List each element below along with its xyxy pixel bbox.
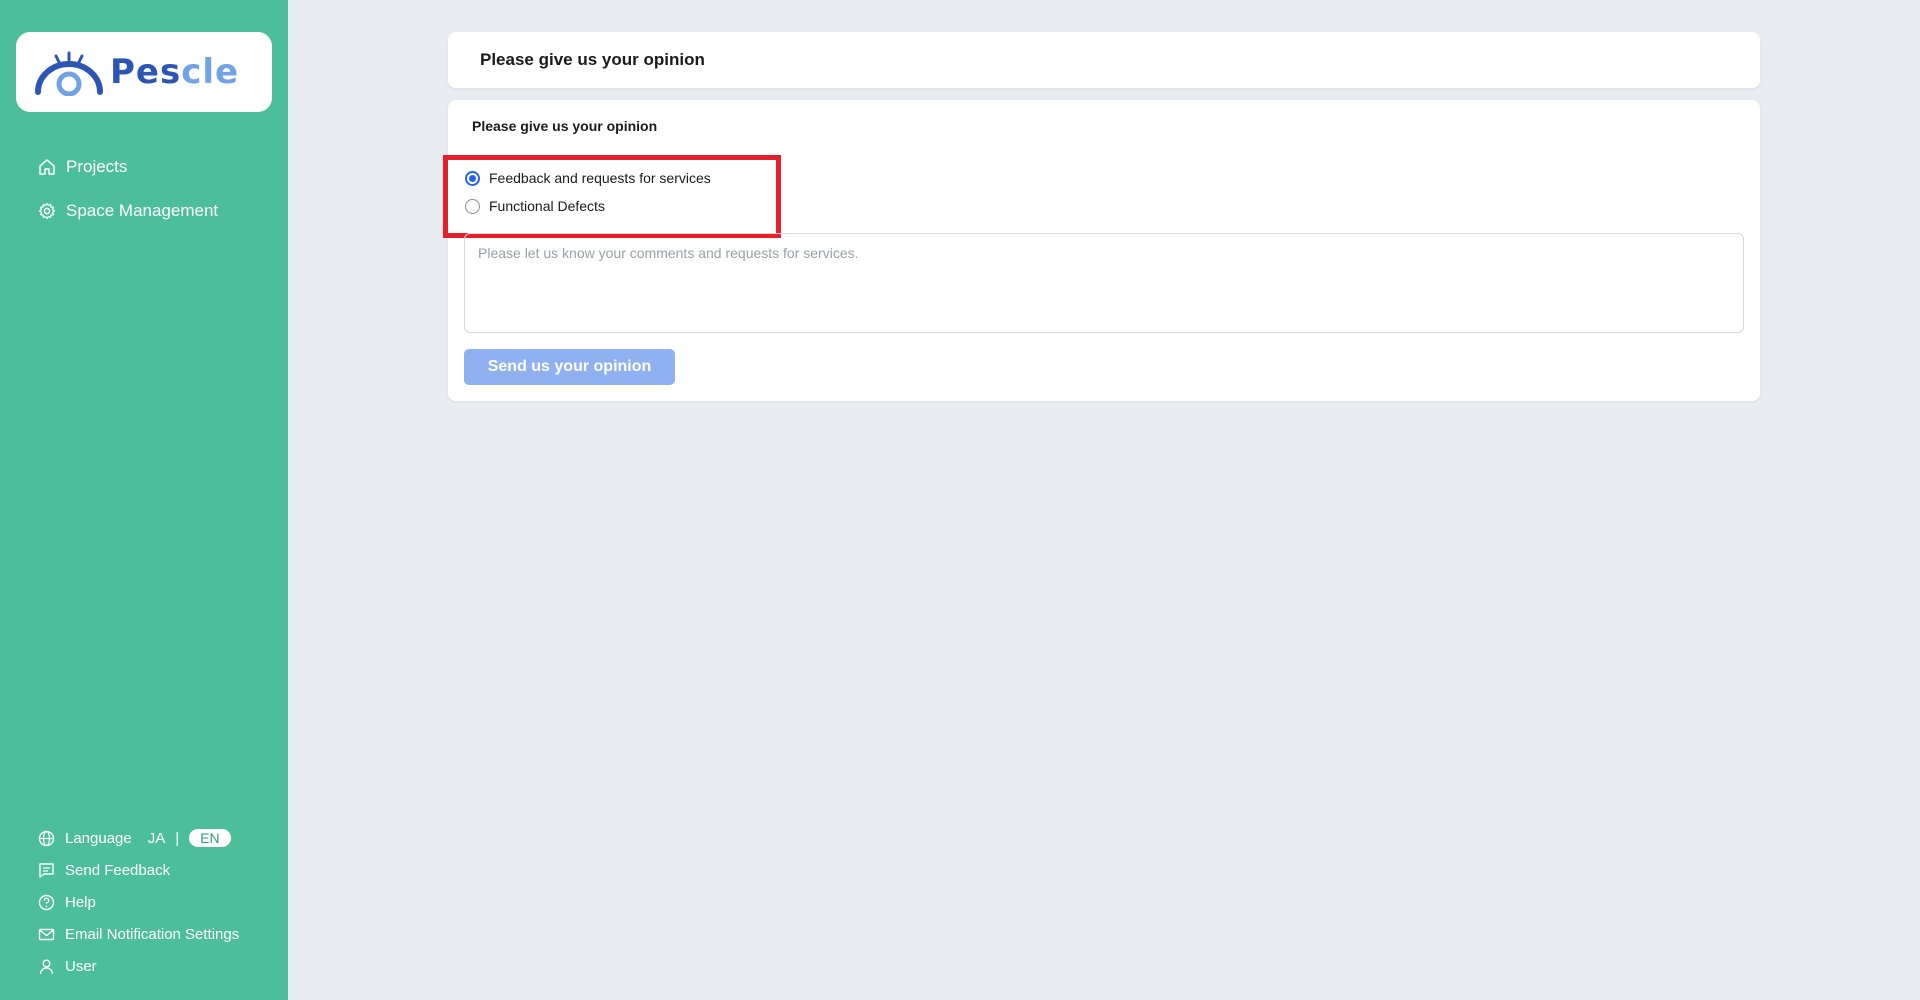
home-icon — [39, 159, 55, 175]
logo[interactable]: Pescle — [16, 32, 272, 112]
radio-label: Feedback and requests for services — [489, 170, 711, 186]
chat-icon — [39, 862, 54, 878]
globe-icon — [38, 830, 55, 846]
language-label: Language — [65, 829, 132, 847]
send-feedback-label: Send Feedback — [65, 861, 171, 879]
page-header-card: Please give us your opinion — [448, 32, 1760, 88]
email-notification-settings-link[interactable]: Email Notification Settings — [38, 922, 239, 946]
user-icon — [39, 959, 54, 974]
sidebar-nav: Projects Space Management — [38, 154, 218, 242]
language-en-option[interactable]: EN — [189, 829, 231, 847]
send-feedback-link[interactable]: Send Feedback — [38, 858, 239, 882]
language-separator: | — [175, 829, 180, 847]
email-settings-label: Email Notification Settings — [65, 925, 240, 943]
highlight-annotation — [443, 155, 781, 238]
radio-button-checked[interactable] — [465, 170, 480, 186]
help-label: Help — [65, 893, 96, 911]
mail-icon — [38, 928, 55, 940]
form-title: Please give us your opinion — [472, 118, 658, 134]
textarea-placeholder: Please let us know your comments and req… — [478, 245, 859, 261]
help-link[interactable]: Help — [38, 890, 239, 914]
sidebar-item-space-management[interactable]: Space Management — [38, 198, 218, 224]
sidebar: Pescle Projects Space Management Languag… — [0, 0, 288, 1000]
sidebar-item-label: Projects — [66, 157, 128, 176]
logo-text: Pescle — [110, 52, 240, 92]
sidebar-bottom: Language JA | EN Send Feedback Help Emai… — [38, 826, 239, 986]
radio-feedback-requests[interactable]: Feedback and requests for services — [465, 170, 711, 186]
sidebar-item-label: Space Management — [66, 201, 219, 220]
radio-label: Functional Defects — [489, 198, 605, 214]
sidebar-item-projects[interactable]: Projects — [38, 154, 218, 180]
send-opinion-button[interactable]: Send us your opinion — [464, 349, 675, 385]
page-title: Please give us your opinion — [480, 50, 705, 69]
help-icon — [38, 894, 55, 910]
language-switcher: Language JA | EN — [38, 826, 239, 850]
comment-textarea[interactable]: Please let us know your comments and req… — [464, 233, 1744, 333]
logo-eye-icon — [35, 51, 103, 96]
gear-icon — [38, 202, 56, 220]
radio-button[interactable] — [465, 198, 480, 214]
radio-functional-defects[interactable]: Functional Defects — [465, 198, 605, 214]
user-label: User — [65, 957, 97, 975]
user-link[interactable]: User — [38, 954, 239, 978]
language-ja-option[interactable]: JA — [148, 830, 166, 847]
